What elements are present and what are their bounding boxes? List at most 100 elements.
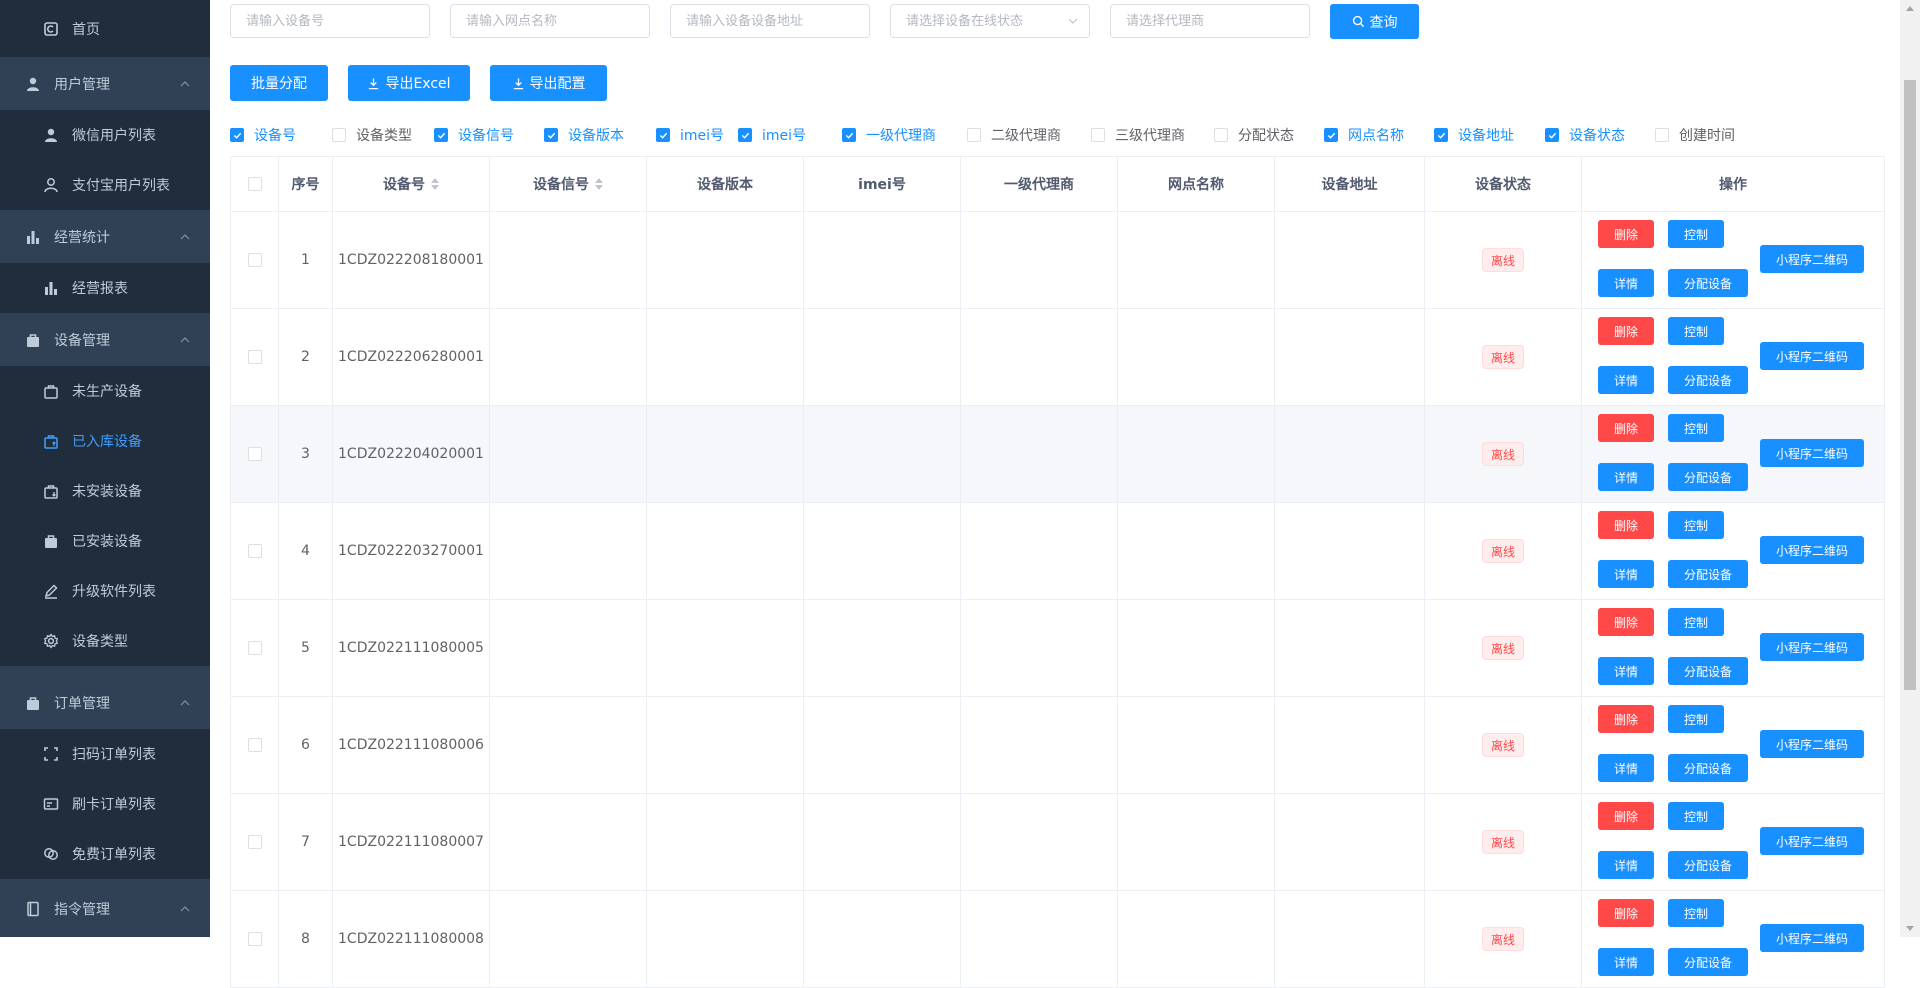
column-toggle[interactable]: 设备信号: [434, 125, 514, 145]
sidebar-item-uninstalled[interactable]: 未安装设备: [0, 466, 210, 516]
detail-button[interactable]: 详情: [1598, 366, 1654, 394]
checkbox-unchecked[interactable]: [967, 128, 981, 142]
column-toggle[interactable]: 分配状态: [1214, 125, 1294, 145]
table-row[interactable]: 8 1CDZ022111080008 离线 删除 控制 详情 分配设备 小程序二维码: [231, 891, 1885, 988]
checkbox-checked[interactable]: [738, 128, 752, 142]
qrcode-button[interactable]: 小程序二维码: [1760, 245, 1864, 273]
row-checkbox[interactable]: [247, 350, 262, 364]
checkbox-checked[interactable]: [842, 128, 856, 142]
query-button[interactable]: 查询: [1330, 4, 1419, 39]
detail-button[interactable]: 详情: [1598, 948, 1654, 976]
batch-assign-button[interactable]: 批量分配: [230, 65, 328, 101]
table-row[interactable]: 2 1CDZ022206280001 离线 删除 控制 详情 分配设备 小程序二维码: [231, 309, 1885, 406]
delete-button[interactable]: 删除: [1598, 511, 1654, 539]
site-name-input[interactable]: [450, 4, 650, 38]
detail-button[interactable]: 详情: [1598, 754, 1654, 782]
sort-caret-icon[interactable]: [431, 178, 439, 190]
assign-device-button[interactable]: 分配设备: [1668, 463, 1748, 491]
control-button[interactable]: 控制: [1668, 802, 1724, 830]
checkbox-checked[interactable]: [1434, 128, 1448, 142]
sidebar-item-stocked[interactable]: 已入库设备: [0, 416, 210, 466]
delete-button[interactable]: 删除: [1598, 220, 1654, 248]
select-all-checkbox[interactable]: [247, 177, 262, 191]
control-button[interactable]: 控制: [1668, 899, 1724, 927]
sidebar-item-home[interactable]: 首页: [0, 0, 210, 57]
column-toggle[interactable]: 二级代理商: [967, 125, 1061, 145]
checkbox-unchecked[interactable]: [332, 128, 346, 142]
delete-button[interactable]: 删除: [1598, 899, 1654, 927]
vertical-scrollbar[interactable]: [1900, 0, 1920, 937]
sidebar-item-free-orders[interactable]: 免费订单列表: [0, 829, 210, 879]
scroll-down-arrow[interactable]: [1906, 926, 1914, 931]
detail-button[interactable]: 详情: [1598, 269, 1654, 297]
qrcode-button[interactable]: 小程序二维码: [1760, 924, 1864, 952]
assign-device-button[interactable]: 分配设备: [1668, 657, 1748, 685]
table-row[interactable]: 4 1CDZ022203270001 离线 删除 控制 详情 分配设备 小程序二维码: [231, 503, 1885, 600]
table-row[interactable]: 6 1CDZ022111080006 离线 删除 控制 详情 分配设备 小程序二维码: [231, 697, 1885, 794]
qrcode-button[interactable]: 小程序二维码: [1760, 827, 1864, 855]
control-button[interactable]: 控制: [1668, 511, 1724, 539]
checkbox-checked[interactable]: [544, 128, 558, 142]
control-button[interactable]: 控制: [1668, 317, 1724, 345]
checkbox-unchecked[interactable]: [1214, 128, 1228, 142]
column-toggle[interactable]: 网点名称: [1324, 125, 1404, 145]
assign-device-button[interactable]: 分配设备: [1668, 366, 1748, 394]
sidebar-group-user[interactable]: 用户管理: [0, 57, 210, 110]
column-toggle[interactable]: imei号: [738, 125, 806, 145]
sidebar-item-report[interactable]: 经营报表: [0, 263, 210, 313]
checkbox-unchecked[interactable]: [1091, 128, 1105, 142]
delete-button[interactable]: 删除: [1598, 705, 1654, 733]
checkbox-checked[interactable]: [230, 128, 244, 142]
sidebar-group-stats[interactable]: 经营统计: [0, 210, 210, 263]
detail-button[interactable]: 详情: [1598, 851, 1654, 879]
column-toggle[interactable]: 设备状态: [1545, 125, 1625, 145]
online-status-select[interactable]: [890, 4, 1090, 38]
row-checkbox[interactable]: [247, 932, 262, 946]
table-row[interactable]: 7 1CDZ022111080007 离线 删除 控制 详情 分配设备 小程序二维码: [231, 794, 1885, 891]
control-button[interactable]: 控制: [1668, 414, 1724, 442]
qrcode-button[interactable]: 小程序二维码: [1760, 536, 1864, 564]
header-label[interactable]: 设备信号: [533, 174, 589, 194]
export-excel-button[interactable]: 导出Excel: [348, 65, 470, 101]
row-checkbox[interactable]: [247, 253, 262, 267]
assign-device-button[interactable]: 分配设备: [1668, 851, 1748, 879]
header-cell-signal[interactable]: 设备信号: [490, 157, 647, 211]
sort-caret-icon[interactable]: [595, 178, 603, 190]
header-label[interactable]: 设备号: [383, 174, 425, 194]
device-no-input[interactable]: [230, 4, 430, 38]
row-checkbox[interactable]: [247, 544, 262, 558]
delete-button[interactable]: 删除: [1598, 317, 1654, 345]
delete-button[interactable]: 删除: [1598, 414, 1654, 442]
sidebar-group-command[interactable]: 指令管理: [0, 882, 210, 935]
agent-select[interactable]: [1110, 4, 1310, 38]
delete-button[interactable]: 删除: [1598, 802, 1654, 830]
sidebar-item-unproduced[interactable]: 未生产设备: [0, 366, 210, 416]
table-row[interactable]: 1 1CDZ022208180001 离线 删除 控制 详情 分配设备 小程序二维码: [231, 212, 1885, 309]
sidebar-item-scan-orders[interactable]: 扫码订单列表: [0, 729, 210, 779]
header-cell-device_no[interactable]: 设备号: [333, 157, 490, 211]
control-button[interactable]: 控制: [1668, 608, 1724, 636]
export-config-button[interactable]: 导出配置: [490, 65, 607, 101]
assign-device-button[interactable]: 分配设备: [1668, 948, 1748, 976]
column-toggle[interactable]: 设备号: [230, 125, 296, 145]
assign-device-button[interactable]: 分配设备: [1668, 560, 1748, 588]
delete-button[interactable]: 删除: [1598, 608, 1654, 636]
table-row[interactable]: 3 1CDZ022204020001 离线 删除 控制 详情 分配设备 小程序二维码: [231, 406, 1885, 503]
checkbox-unchecked[interactable]: [1655, 128, 1669, 142]
column-toggle[interactable]: 创建时间: [1655, 125, 1735, 145]
table-row[interactable]: 5 1CDZ022111080005 离线 删除 控制 详情 分配设备 小程序二维码: [231, 600, 1885, 697]
column-toggle[interactable]: 设备版本: [544, 125, 624, 145]
online-status-field[interactable]: [890, 4, 1090, 38]
row-checkbox[interactable]: [247, 641, 262, 655]
detail-button[interactable]: 详情: [1598, 657, 1654, 685]
qrcode-button[interactable]: 小程序二维码: [1760, 342, 1864, 370]
detail-button[interactable]: 详情: [1598, 463, 1654, 491]
sidebar-item-alipay-users[interactable]: 支付宝用户列表: [0, 160, 210, 210]
sidebar-item-device-type[interactable]: 设备类型: [0, 616, 210, 666]
detail-button[interactable]: 详情: [1598, 560, 1654, 588]
checkbox-checked[interactable]: [434, 128, 448, 142]
sidebar-item-wechat-users[interactable]: 微信用户列表: [0, 110, 210, 160]
column-toggle[interactable]: 三级代理商: [1091, 125, 1185, 145]
scroll-up-arrow[interactable]: [1906, 6, 1914, 11]
column-toggle[interactable]: imei号: [656, 125, 724, 145]
